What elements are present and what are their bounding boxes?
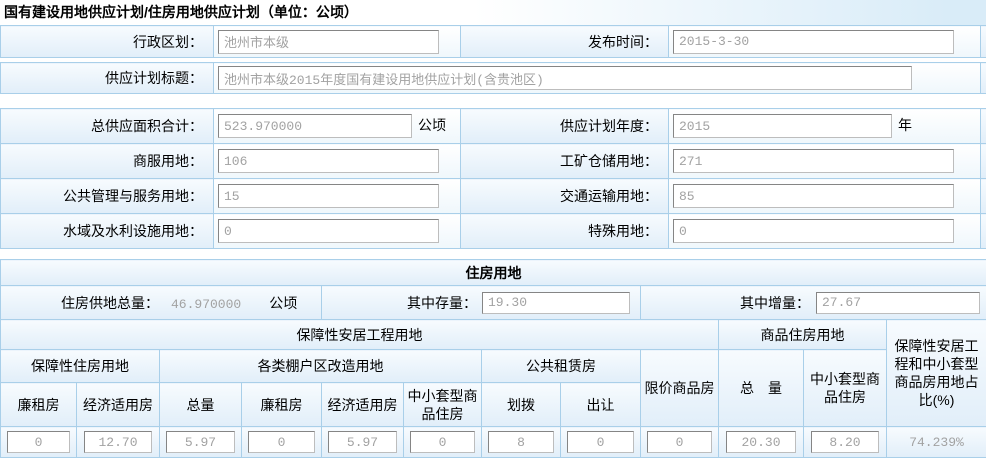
th-economic-2: 经济适用房 [322,383,404,427]
industrial-storage-input[interactable] [673,149,954,173]
ratio-value: 74.239% [887,427,986,458]
table-cell [322,427,404,458]
value-input-low-rent-2[interactable] [248,431,314,453]
th-low-rent-2: 廉租房 [242,383,322,427]
value-input-economic-1[interactable] [84,431,153,453]
land-supply-plan-form: 国有建设用地供应计划/住房用地供应计划（单位：公顷） 行政区划： 发布时间： 供… [0,0,986,463]
industrial-storage-label: 工矿仓储用地： [461,144,669,179]
commercial-land-label: 商服用地： [1,144,214,179]
plan-year-input[interactable] [673,114,892,138]
supply-area-table: 总供应面积合计： 公顷 供应计划年度： 年 商服用地： 工矿仓储用地： 公共管理… [0,108,986,249]
th-transfer: 出让 [561,383,641,427]
value-input-low-rent-1[interactable] [7,431,70,453]
spacer [0,249,986,259]
water-facilities-input[interactable] [218,219,439,243]
th-economic-1: 经济适用房 [77,383,160,427]
increment-cell: 其中增量： [641,286,986,320]
housing-total-label: 住房供地总量： [1,293,159,313]
value-input-subtotal[interactable] [166,431,234,453]
value-input-economic-2[interactable] [328,431,396,453]
table-cell [482,427,561,458]
plan-year-label: 供应计划年度： [461,109,669,144]
spacer-cell [981,179,986,214]
plan-year-unit: 年 [898,117,912,133]
increment-label: 其中增量： [740,293,810,313]
table-cell [77,427,160,458]
th-affordable-housing: 保障性住房用地 [1,350,160,383]
th-shantytown: 各类棚户区改造用地 [160,350,482,383]
spacer-cell [981,26,986,58]
th-subtotal: 总量 [160,383,242,427]
th-price-limited: 限价商品房 [641,350,719,427]
basic-info-table: 行政区划： 发布时间： [0,25,986,58]
value-input-allocation[interactable] [488,431,554,453]
table-cell [242,427,322,458]
increment-input[interactable] [816,292,980,314]
value-input-total-volume[interactable] [726,431,797,453]
housing-total-value: 46.970000 [171,297,241,312]
plan-title-label: 供应计划标题： [1,63,214,94]
th-allocation: 划拨 [482,383,561,427]
housing-land-table: 住房用地 住房供地总量： 46.970000 公顷 其中存量： 其中增量： 保障性安… [0,259,986,458]
public-mgmt-label: 公共管理与服务用地： [1,179,214,214]
commercial-land-input[interactable] [218,149,439,173]
table-cell [804,427,887,458]
table-cell [1,427,77,458]
value-input-small-type[interactable] [410,431,475,453]
th-low-rent-1: 廉租房 [1,383,77,427]
th-commodity-group: 商品住房用地 [719,320,887,350]
publish-date-label: 发布时间： [461,26,669,58]
admin-division-label: 行政区划： [1,26,214,58]
public-mgmt-input[interactable] [218,184,439,208]
transport-label: 交通运输用地： [461,179,669,214]
spacer-cell [981,109,986,144]
table-cell [641,427,719,458]
th-ratio: 保障性安居工程和中小套型商品房用地占比(%) [887,320,986,427]
housing-section-title: 住房用地 [1,260,986,286]
th-small-commodity: 中小套型商品住房 [804,350,887,427]
admin-division-input[interactable] [218,30,439,54]
spacer [0,94,986,108]
th-affordable-group: 保障性安居工程用地 [1,320,719,350]
housing-total-cell: 住房供地总量： 46.970000 公顷 [1,286,322,320]
page-title: 国有建设用地供应计划/住房用地供应计划（单位：公顷） [0,0,986,25]
plan-title-input[interactable] [218,66,912,90]
spacer-cell [981,63,986,94]
plan-title-table: 供应计划标题： [0,62,986,94]
housing-total-unit: 公顷 [269,293,297,313]
total-area-input[interactable] [218,114,412,138]
total-area-unit: 公顷 [418,117,446,133]
water-facilities-label: 水域及水利设施用地： [1,214,214,249]
stock-input[interactable] [482,292,630,314]
th-total-volume: 总 量 [719,350,804,427]
table-cell [719,427,804,458]
total-area-label: 总供应面积合计： [1,109,214,144]
transport-input[interactable] [673,184,954,208]
table-cell [160,427,242,458]
th-small-type: 中小套型商品住房 [404,383,482,427]
value-input-small-commodity[interactable] [811,431,880,453]
th-public-rental: 公共租赁房 [482,350,641,383]
spacer-cell [981,214,986,249]
special-land-label: 特殊用地： [461,214,669,249]
table-cell [561,427,641,458]
spacer-cell [981,144,986,179]
value-input-transfer[interactable] [567,431,633,453]
stock-label: 其中存量： [407,293,477,313]
publish-date-input[interactable] [673,30,954,54]
special-land-input[interactable] [673,219,954,243]
table-cell [404,427,482,458]
stock-cell: 其中存量： [322,286,641,320]
value-input-price-limited[interactable] [647,431,712,453]
